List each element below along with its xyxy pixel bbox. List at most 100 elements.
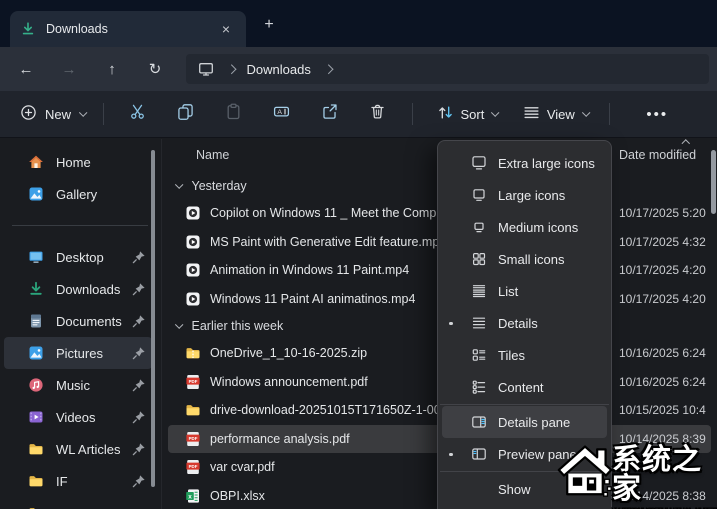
sidebar-item-desktop[interactable]: Desktop xyxy=(4,241,152,273)
menu-separator xyxy=(440,404,609,405)
preview-pane-icon xyxy=(471,446,487,462)
sidebar-item-music[interactable]: Music xyxy=(4,369,152,401)
cut-button[interactable] xyxy=(114,97,162,131)
file-date-modified: 10/16/2025 6:24 xyxy=(619,375,706,389)
more-options-button[interactable]: ••• xyxy=(646,106,668,123)
file-date-modified: 10/17/2025 4:20 xyxy=(619,292,706,306)
pin-icon xyxy=(132,282,146,296)
new-button[interactable]: New xyxy=(12,104,93,124)
folder-icon xyxy=(185,402,201,418)
rename-icon: A xyxy=(273,103,290,125)
pin-icon xyxy=(132,410,146,424)
menu-item-details[interactable]: Details xyxy=(442,307,607,339)
watermark-title: 系统之家 xyxy=(612,446,717,504)
tab-title: Downloads xyxy=(46,22,108,36)
sidebar-item-label: Music xyxy=(56,378,132,393)
pin-icon xyxy=(132,442,146,456)
pin-icon xyxy=(132,346,146,360)
file-name: OneDrive_1_10-16-2025.zip xyxy=(210,346,367,360)
music-icon xyxy=(28,377,44,393)
sort-button[interactable]: Sort xyxy=(437,104,497,124)
menu-item-extra-large-icons[interactable]: Extra large icons xyxy=(442,147,607,179)
monitor-icon xyxy=(198,61,214,77)
tab-downloads[interactable]: Downloads × xyxy=(10,11,246,47)
details-view-icon xyxy=(471,315,487,331)
pin-icon xyxy=(132,250,146,264)
sidebar-item-label: Gallery xyxy=(56,187,152,202)
file-list-scrollbar[interactable] xyxy=(711,150,716,214)
folder-icon xyxy=(28,473,44,489)
group-label: Yesterday xyxy=(192,179,247,193)
menu-item-medium-icons[interactable]: Medium icons xyxy=(442,211,607,243)
back-icon[interactable]: ← xyxy=(14,61,38,78)
list-view-icon xyxy=(471,283,487,299)
sort-button-label: Sort xyxy=(461,107,485,122)
sidebar-item-gallery[interactable]: Gallery xyxy=(4,178,152,210)
chevron-down-icon xyxy=(582,109,590,117)
svg-text:PDF: PDF xyxy=(189,464,198,469)
zip-icon xyxy=(185,345,201,361)
sidebar-item-home[interactable]: Home xyxy=(4,146,152,178)
menu-item-label: Details xyxy=(498,316,538,331)
column-header-name[interactable]: Name xyxy=(196,148,229,162)
none-icon xyxy=(471,481,487,497)
pin-icon xyxy=(132,378,146,392)
column-header-date-modified[interactable]: Date modified xyxy=(619,148,696,162)
toolbar-divider xyxy=(412,103,413,125)
menu-item-details-pane[interactable]: Details pane xyxy=(442,406,607,438)
menu-item-label: Extra large icons xyxy=(498,156,595,171)
sidebar-divider xyxy=(12,225,148,226)
menu-item-tiles[interactable]: Tiles xyxy=(442,339,607,371)
sidebar-item-pictures[interactable]: Pictures xyxy=(4,337,152,369)
copy-button[interactable] xyxy=(162,97,210,131)
sidebar-item-label: Downloads xyxy=(56,282,132,297)
sidebar-item-downloads[interactable]: Downloads xyxy=(4,273,152,305)
breadcrumb-downloads[interactable]: Downloads xyxy=(247,62,311,77)
sidebar-scrollbar[interactable] xyxy=(151,150,155,487)
video-icon xyxy=(185,205,201,221)
address-bar[interactable]: Downloads xyxy=(186,54,709,84)
view-button[interactable]: View xyxy=(523,104,587,124)
menu-item-content[interactable]: Content xyxy=(442,371,607,403)
content-view-icon xyxy=(471,379,487,395)
details-pane-icon xyxy=(471,414,487,430)
file-name: MS Paint with Generative Edit feature.mp… xyxy=(210,235,446,249)
plus-circle-icon xyxy=(20,104,37,124)
menu-item-small-icons[interactable]: Small icons xyxy=(442,243,607,275)
chevron-down-icon xyxy=(492,109,500,117)
md-icons-icon xyxy=(471,219,487,235)
sidebar-item-folder[interactable] xyxy=(4,497,152,509)
chevron-down-icon xyxy=(175,181,183,189)
watermark-house-icon xyxy=(556,438,614,500)
rename-button[interactable]: A xyxy=(258,97,306,131)
selected-bullet-icon xyxy=(449,453,453,457)
new-tab-button[interactable]: + xyxy=(258,14,280,36)
svg-text:A: A xyxy=(277,109,282,116)
file-name: OBPI.xlsx xyxy=(210,489,265,503)
refresh-icon[interactable]: ↻ xyxy=(143,60,167,78)
sidebar-item-videos[interactable]: Videos xyxy=(4,401,152,433)
breadcrumb-chevron-icon xyxy=(227,64,236,73)
sidebar-item-documents[interactable]: Documents xyxy=(4,305,152,337)
tab-close-icon[interactable]: × xyxy=(216,21,236,37)
sidebar-item-if[interactable]: IF xyxy=(4,465,152,497)
lg-icons-icon xyxy=(471,187,487,203)
up-icon[interactable]: ↑ xyxy=(100,61,124,78)
file-name: performance analysis.pdf xyxy=(210,432,350,446)
pdf-icon: PDF xyxy=(185,459,201,475)
delete-button[interactable] xyxy=(354,97,402,131)
sidebar-item-wl-articles[interactable]: WL Articles xyxy=(4,433,152,465)
sidebar-item-label: WL Articles xyxy=(56,442,132,457)
menu-item-label: Large icons xyxy=(498,188,565,203)
video-icon xyxy=(185,234,201,250)
video-icon xyxy=(185,262,201,278)
paste-button xyxy=(210,97,258,131)
menu-item-large-icons[interactable]: Large icons xyxy=(442,179,607,211)
menu-item-label: List xyxy=(498,284,518,299)
downloads-icon xyxy=(28,281,44,297)
excel-icon: x xyxy=(185,488,201,504)
video-icon xyxy=(185,291,201,307)
menu-item-list[interactable]: List xyxy=(442,275,607,307)
sort-direction-icon xyxy=(682,140,690,148)
share-button[interactable] xyxy=(306,97,354,131)
